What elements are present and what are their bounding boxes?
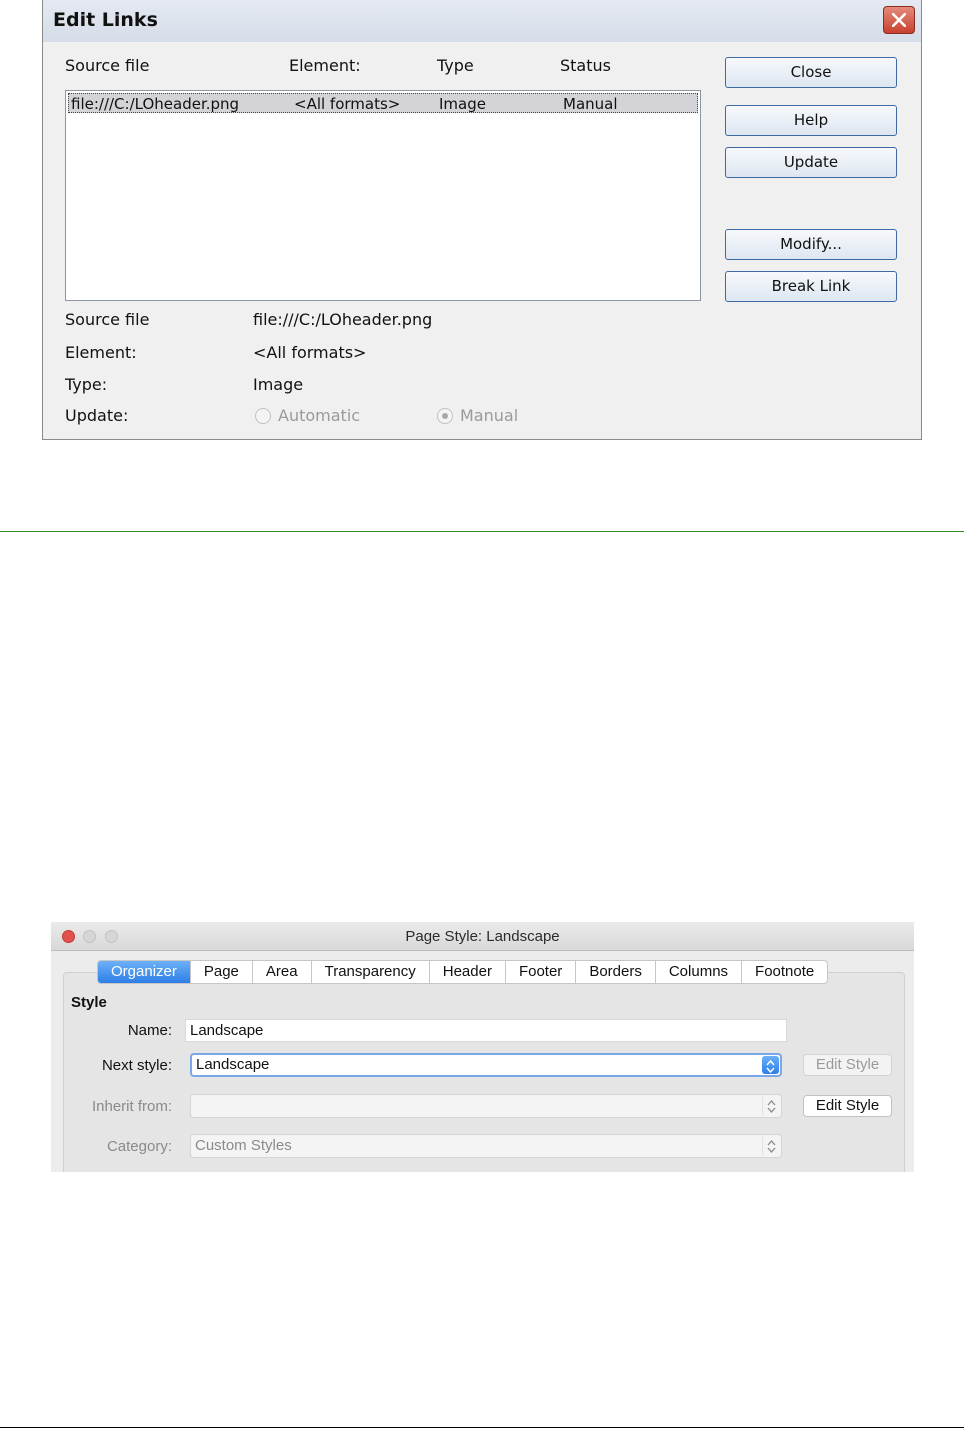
source-file-value: file:///C:/LOheader.png [253, 310, 433, 329]
category-value: Custom Styles [195, 1137, 292, 1154]
tab-organizer[interactable]: Organizer [98, 961, 191, 983]
close-icon [892, 13, 906, 27]
update-label: Update: [65, 406, 129, 425]
name-label: Name: [127, 1022, 172, 1039]
break-link-button[interactable]: Break Link [725, 271, 897, 302]
close-button[interactable]: Close [725, 57, 897, 88]
column-header-type[interactable]: Type [437, 56, 474, 75]
column-header-status[interactable]: Status [560, 56, 611, 75]
edit-links-title: Edit Links [53, 9, 158, 31]
page-style-titlebar: Page Style: Landscape [51, 922, 914, 951]
category-select[interactable]: Custom Styles [190, 1134, 782, 1158]
tab-header[interactable]: Header [430, 961, 506, 983]
column-header-source[interactable]: Source file [65, 56, 149, 75]
help-button[interactable]: Help [725, 105, 897, 136]
close-window-button[interactable] [883, 6, 915, 34]
tab-page[interactable]: Page [191, 961, 253, 983]
automatic-radio[interactable] [255, 408, 271, 424]
automatic-radio-label: Automatic [278, 406, 361, 425]
updown-arrows-icon [762, 1096, 780, 1116]
source-file-label: Source file [65, 310, 150, 329]
next-style-select[interactable]: Landscape [190, 1053, 782, 1077]
next-style-label: Next style: [101, 1057, 172, 1074]
category-label: Category: [106, 1138, 172, 1155]
row-type: Image [439, 95, 486, 113]
updown-arrows-icon [762, 1136, 780, 1156]
update-button[interactable]: Update [725, 147, 897, 178]
tab-bar: Organizer Page Area Transparency Header … [97, 960, 829, 984]
tab-area[interactable]: Area [253, 961, 312, 983]
row-element: <All formats> [294, 95, 401, 113]
edit-style-button-next[interactable]: Edit Style [803, 1054, 892, 1076]
name-input[interactable]: Landscape [185, 1019, 787, 1042]
element-value: <All formats> [253, 343, 367, 362]
tab-footer[interactable]: Footer [506, 961, 577, 983]
next-style-value: Landscape [196, 1056, 270, 1073]
edit-links-titlebar: Edit Links [43, 0, 921, 43]
tab-footnote[interactable]: Footnote [742, 961, 827, 983]
tab-transparency[interactable]: Transparency [312, 961, 430, 983]
type-value: Image [253, 375, 304, 394]
page-style-dialog: Page Style: Landscape Organizer Page Are… [51, 922, 914, 1172]
edit-links-dialog: Edit Links Source file Element: Type Sta… [42, 0, 922, 440]
edit-links-body: Source file Element: Type Status file://… [43, 42, 921, 439]
row-status: Manual [563, 95, 618, 113]
table-row[interactable]: file:///C:/LOheader.png <All formats> Im… [68, 93, 698, 113]
tab-columns[interactable]: Columns [656, 961, 743, 983]
style-section-heading: Style [71, 994, 107, 1011]
modify-button[interactable]: Modify... [725, 229, 897, 260]
manual-radio[interactable] [437, 408, 453, 424]
manual-radio-label: Manual [460, 406, 519, 425]
row-source: file:///C:/LOheader.png [71, 95, 240, 113]
edit-style-button-inherit[interactable]: Edit Style [803, 1095, 892, 1117]
page-bottom-rule [0, 1427, 964, 1428]
type-label: Type: [65, 375, 108, 394]
tab-borders[interactable]: Borders [576, 961, 656, 983]
element-label: Element: [65, 343, 137, 362]
column-header-element[interactable]: Element: [289, 56, 361, 75]
updown-arrows-icon [762, 1056, 779, 1074]
page-separator [0, 531, 964, 532]
inherit-from-select[interactable] [190, 1094, 782, 1118]
links-list[interactable]: file:///C:/LOheader.png <All formats> Im… [65, 90, 701, 301]
page-style-title: Page Style: Landscape [405, 928, 560, 945]
inherit-from-label: Inherit from: [91, 1098, 172, 1115]
